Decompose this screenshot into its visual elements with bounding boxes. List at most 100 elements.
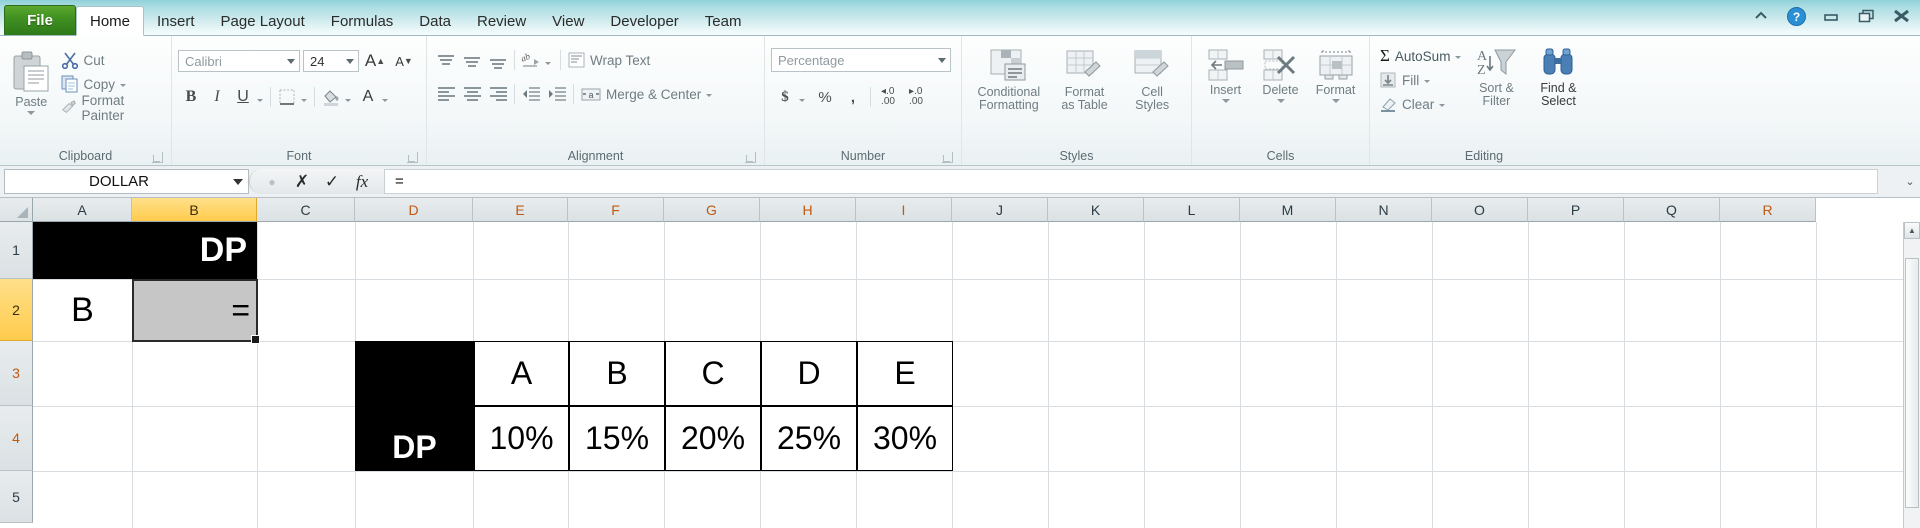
cell-d3-d4-merged[interactable]: DP xyxy=(355,341,474,471)
row-header-5[interactable]: 5 xyxy=(0,471,33,523)
decrease-font-size-button[interactable]: A ▼ xyxy=(391,48,417,74)
close-icon[interactable] xyxy=(1890,6,1912,26)
insert-function-icon[interactable]: fx xyxy=(352,172,372,192)
minimize-ribbon-icon[interactable] xyxy=(1750,6,1772,26)
font-name-chevron-down-icon[interactable] xyxy=(287,58,295,64)
align-top-button[interactable] xyxy=(433,48,459,72)
font-color-button[interactable]: A xyxy=(355,84,381,110)
cell-f3[interactable]: B xyxy=(569,341,665,406)
alignment-dialog-launcher[interactable] xyxy=(745,152,756,163)
paste-dropdown-icon[interactable] xyxy=(27,111,36,115)
cell-h3[interactable]: D xyxy=(761,341,857,406)
underline-button[interactable]: U xyxy=(230,84,256,110)
tab-review[interactable]: Review xyxy=(464,8,539,35)
format-painter-button[interactable]: Format Painter xyxy=(57,93,165,123)
column-header-j[interactable]: J xyxy=(952,198,1048,222)
column-header-g[interactable]: G xyxy=(664,198,760,222)
cell-i3[interactable]: E xyxy=(857,341,953,406)
enter-formula-button[interactable]: ✓ xyxy=(322,172,342,192)
tab-view[interactable]: View xyxy=(539,8,597,35)
format-cells-button[interactable]: Format xyxy=(1309,46,1363,103)
column-header-e[interactable]: E xyxy=(473,198,568,222)
borders-dropdown-icon[interactable] xyxy=(301,98,307,102)
cell-h4[interactable]: 25% xyxy=(761,406,857,471)
number-dialog-launcher[interactable] xyxy=(942,152,953,163)
fill-color-dropdown-icon[interactable] xyxy=(345,98,351,102)
cell-f4[interactable]: 15% xyxy=(569,406,665,471)
row-header-2[interactable]: 2 xyxy=(0,279,33,341)
minimize-icon[interactable] xyxy=(1820,6,1842,26)
align-middle-button[interactable] xyxy=(459,48,485,72)
insert-dropdown-icon[interactable] xyxy=(1221,99,1230,103)
vertical-scroll-thumb[interactable] xyxy=(1905,258,1919,508)
italic-button[interactable]: I xyxy=(204,84,230,110)
autosum-button[interactable]: Σ AutoSum xyxy=(1376,44,1465,68)
increase-font-size-button[interactable]: A ▲ xyxy=(362,48,388,74)
name-box[interactable]: DOLLAR xyxy=(4,169,249,194)
column-header-p[interactable]: P xyxy=(1528,198,1624,222)
orientation-dropdown-icon[interactable] xyxy=(545,61,551,65)
cell-a1-b1-merged[interactable]: DP xyxy=(33,222,257,279)
sort-and-filter-button[interactable]: A Z Sort & Filter xyxy=(1465,44,1527,108)
decrease-indent-button[interactable] xyxy=(518,82,544,106)
cell-g3[interactable]: C xyxy=(665,341,761,406)
bold-button[interactable]: B xyxy=(178,84,204,110)
tab-home[interactable]: Home xyxy=(76,6,145,36)
increase-indent-button[interactable] xyxy=(544,82,570,106)
clipboard-dialog-launcher[interactable] xyxy=(152,152,163,163)
clear-button[interactable]: Clear xyxy=(1376,92,1465,116)
column-header-f[interactable]: F xyxy=(568,198,664,222)
align-right-button[interactable] xyxy=(485,82,511,106)
borders-button[interactable] xyxy=(274,84,300,110)
column-header-q[interactable]: Q xyxy=(1624,198,1720,222)
conditional-formatting-button[interactable]: Conditional Formatting xyxy=(973,46,1045,112)
column-header-a[interactable]: A xyxy=(33,198,132,222)
cancel-formula-button[interactable]: ✗ xyxy=(292,172,312,192)
name-box-chevron-down-icon[interactable] xyxy=(233,178,243,185)
fill-dropdown-icon[interactable] xyxy=(1424,79,1431,83)
decrease-decimal-button[interactable]: ▸.0.00 xyxy=(902,84,930,110)
expand-formula-bar-icon[interactable]: ⌄ xyxy=(1900,166,1920,197)
fill-button[interactable]: Fill xyxy=(1376,68,1465,92)
cut-button[interactable]: Cut xyxy=(57,48,165,72)
row-header-1[interactable]: 1 xyxy=(0,222,33,279)
cell-g4[interactable]: 20% xyxy=(665,406,761,471)
copy-dropdown-icon[interactable] xyxy=(120,83,127,87)
autosum-dropdown-icon[interactable] xyxy=(1455,55,1462,59)
tab-team[interactable]: Team xyxy=(692,8,755,35)
column-header-c[interactable]: C xyxy=(257,198,355,222)
accounting-format-button[interactable]: $ xyxy=(771,84,799,110)
tab-developer[interactable]: Developer xyxy=(597,8,691,35)
delete-cells-button[interactable]: Delete xyxy=(1254,46,1308,103)
format-dropdown-icon[interactable] xyxy=(1331,99,1340,103)
find-and-select-button[interactable]: Find & Select xyxy=(1527,44,1589,108)
font-size-chevron-down-icon[interactable] xyxy=(346,58,354,64)
wrap-text-button[interactable]: Wrap Text xyxy=(564,48,654,72)
paste-button[interactable]: Paste xyxy=(6,44,57,115)
cell-b2-selected[interactable]: = xyxy=(132,279,260,344)
accounting-dropdown-icon[interactable] xyxy=(799,98,805,102)
tab-data[interactable]: Data xyxy=(406,8,464,35)
column-header-o[interactable]: O xyxy=(1432,198,1528,222)
scroll-up-button[interactable]: ▲ xyxy=(1904,222,1920,239)
font-dialog-launcher[interactable] xyxy=(407,152,418,163)
restore-icon[interactable] xyxy=(1855,6,1877,26)
column-header-k[interactable]: K xyxy=(1048,198,1144,222)
tab-formulas[interactable]: Formulas xyxy=(318,8,407,35)
column-header-h[interactable]: H xyxy=(760,198,856,222)
percent-style-button[interactable]: % xyxy=(811,84,839,110)
cell-i4[interactable]: 30% xyxy=(857,406,953,471)
cell-styles-button[interactable]: Cell Styles xyxy=(1124,46,1180,112)
select-all-corner[interactable] xyxy=(0,198,33,222)
increase-decimal-button[interactable]: ◂.0.00 xyxy=(874,84,902,110)
formula-input[interactable]: = xyxy=(385,169,1878,194)
align-left-button[interactable] xyxy=(433,82,459,106)
delete-dropdown-icon[interactable] xyxy=(1276,99,1285,103)
font-color-dropdown-icon[interactable] xyxy=(382,98,388,102)
font-size-combo[interactable]: 24 xyxy=(303,50,359,72)
align-center-button[interactable] xyxy=(459,82,485,106)
cell-e3[interactable]: A xyxy=(474,341,569,406)
underline-dropdown-icon[interactable] xyxy=(257,98,263,102)
vertical-scrollbar[interactable]: ▲ xyxy=(1903,222,1920,528)
cell-a2[interactable]: B xyxy=(33,280,132,341)
